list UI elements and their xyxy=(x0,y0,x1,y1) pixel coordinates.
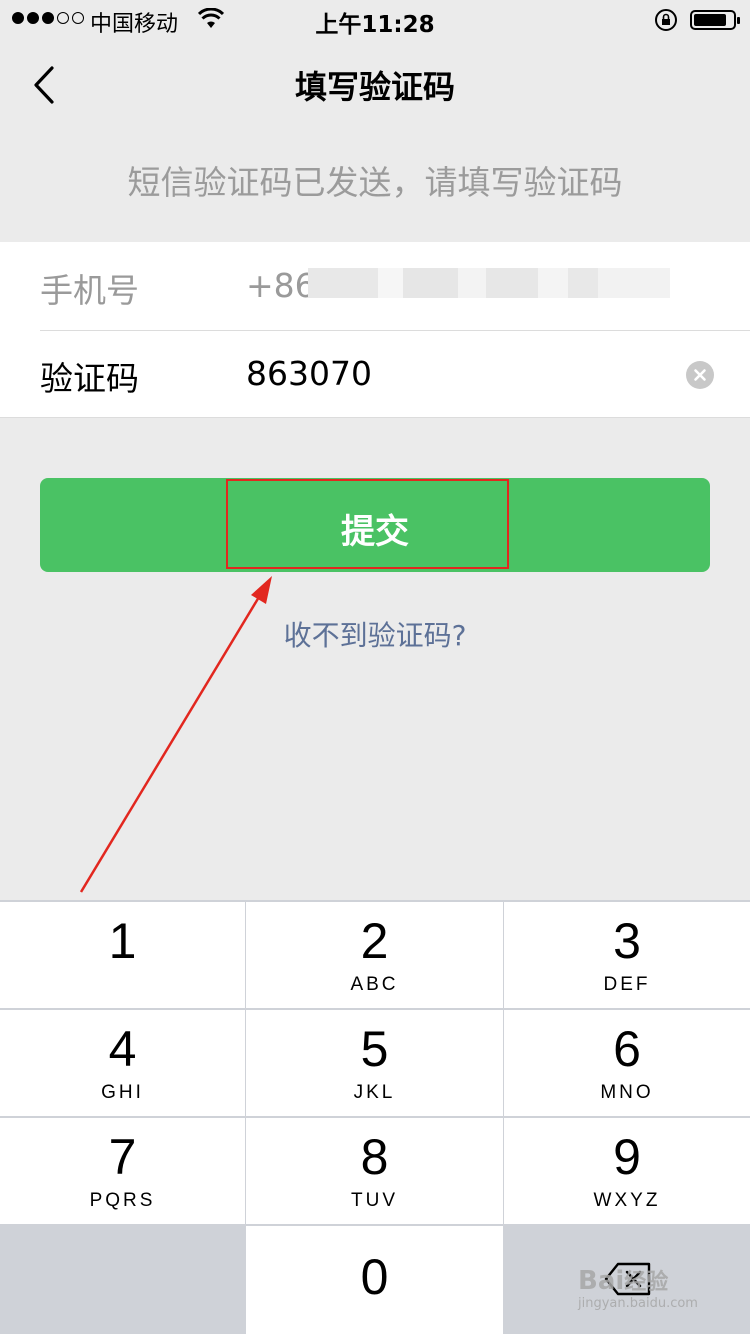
key-9[interactable]: 9 WXYZ xyxy=(504,1118,750,1224)
annotation-highlight-box xyxy=(226,479,509,569)
key-3[interactable]: 3 DEF xyxy=(504,902,750,1008)
key-digit: 7 xyxy=(108,1129,137,1185)
key-7[interactable]: 7 PQRS xyxy=(0,1118,245,1224)
key-2[interactable]: 2 ABC xyxy=(246,902,503,1008)
key-digit: 9 xyxy=(613,1129,641,1185)
key-1[interactable]: 1 xyxy=(0,902,245,1008)
code-label: 验证码 xyxy=(40,359,139,398)
verification-form: 手机号 +86 验证码 863070 xyxy=(0,242,750,418)
key-letters: TUV xyxy=(351,1190,398,1211)
key-5[interactable]: 5 JKL xyxy=(246,1010,503,1116)
no-code-received-link[interactable]: 收不到验证码? xyxy=(0,614,750,654)
form-divider xyxy=(0,417,750,418)
key-digit: 0 xyxy=(360,1249,389,1305)
clear-input-button[interactable] xyxy=(686,361,714,389)
clear-icon xyxy=(694,369,706,381)
key-letters: ABC xyxy=(350,974,399,995)
key-digit: 5 xyxy=(360,1021,389,1077)
key-blank xyxy=(0,1226,245,1334)
phone-number-redaction xyxy=(308,268,670,298)
key-letters: GHI xyxy=(101,1082,144,1103)
battery-icon xyxy=(690,10,740,30)
phone-row: 手机号 +86 xyxy=(40,242,750,331)
key-6[interactable]: 6 MNO xyxy=(504,1010,750,1116)
key-0[interactable]: 0 xyxy=(246,1226,503,1334)
key-letters: MNO xyxy=(600,1082,654,1103)
key-digit: 6 xyxy=(613,1021,641,1077)
clock: 上午11:28 xyxy=(315,12,435,38)
phone-number-value: +86 xyxy=(246,266,316,305)
key-letters: WXYZ xyxy=(593,1190,661,1211)
key-letters: DEF xyxy=(603,974,651,995)
baidu-watermark: Bai经验 jingyan.baidu.com xyxy=(578,1266,698,1311)
key-letters: PQRS xyxy=(89,1190,156,1211)
key-digit: 4 xyxy=(108,1021,137,1077)
key-digit: 2 xyxy=(360,913,389,969)
phone-label: 手机号 xyxy=(40,271,139,310)
key-digit: 1 xyxy=(108,913,137,969)
rotation-lock-icon xyxy=(655,9,677,31)
page-title: 填写验证码 xyxy=(294,68,455,106)
sms-sent-hint: 短信验证码已发送，请填写验证码 xyxy=(127,163,623,202)
navigation-bar: 填写验证码 xyxy=(0,40,750,130)
key-8[interactable]: 8 TUV xyxy=(246,1118,503,1224)
key-4[interactable]: 4 GHI xyxy=(0,1010,245,1116)
code-row: 验证码 863070 xyxy=(40,330,750,418)
key-digit: 8 xyxy=(360,1129,389,1185)
key-letters: JKL xyxy=(353,1082,396,1103)
verification-code-input[interactable]: 863070 xyxy=(246,354,372,393)
key-digit: 3 xyxy=(613,913,641,969)
status-bar: 中国移动 上午11:28 xyxy=(0,0,750,40)
